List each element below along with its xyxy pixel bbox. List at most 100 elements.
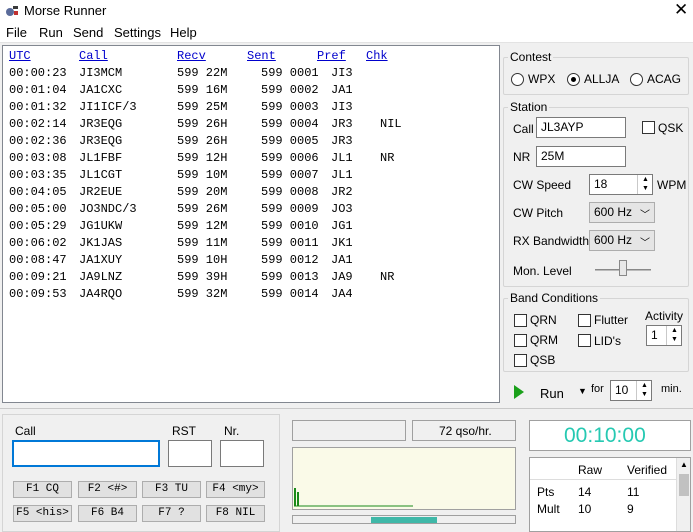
f5-his-call-button[interactable]: F5 <his> bbox=[13, 505, 72, 522]
f2-exchange-button[interactable]: F2 <#> bbox=[78, 481, 137, 498]
log-header-call[interactable]: Call bbox=[79, 49, 108, 63]
log-row[interactable]: 00:06:02 JK1JAS 599 11M 599 0011 JK1 bbox=[3, 236, 499, 253]
log-cell-call: JR3EQG bbox=[79, 117, 123, 131]
log-cell-sent: 599 0004 bbox=[261, 117, 319, 131]
acag-label[interactable]: ACAG bbox=[647, 72, 681, 86]
log-row[interactable]: 00:08:47 JA1XUY 599 10H 599 0012 JA1 bbox=[3, 253, 499, 270]
log-cell-call: JG1UKW bbox=[79, 219, 123, 233]
log-row[interactable]: 00:02:14 JR3EQG 599 26H 599 0004 JR3 NIL bbox=[3, 117, 499, 134]
entry-rst-field[interactable] bbox=[168, 440, 212, 467]
log-header-utc[interactable]: UTC bbox=[9, 49, 31, 63]
log-row[interactable]: 00:01:04 JA1CXC 599 16M 599 0002 JA1 bbox=[3, 83, 499, 100]
allja-label[interactable]: ALLJA bbox=[584, 72, 619, 86]
qsk-label[interactable]: QSK bbox=[658, 121, 683, 135]
f6-b4-button[interactable]: F6 B4 bbox=[78, 505, 137, 522]
log-cell-call: JI3MCM bbox=[79, 66, 123, 80]
acag-radio[interactable] bbox=[630, 73, 643, 86]
log-row[interactable]: 00:05:00 JO3NDC/3 599 26M 599 0009 JO3 bbox=[3, 202, 499, 219]
cw-speed-spinner[interactable]: ▲ ▼ bbox=[637, 175, 652, 194]
f7-query-button[interactable]: F7 ? bbox=[142, 505, 201, 522]
log-header-sent[interactable]: Sent bbox=[247, 49, 276, 63]
menu-help[interactable]: Help bbox=[170, 25, 197, 40]
spin-down-icon[interactable]: ▼ bbox=[668, 335, 681, 344]
run-dropdown-icon[interactable]: ▼ bbox=[578, 386, 587, 396]
entry-call-field[interactable] bbox=[12, 440, 160, 467]
f1-cq-button[interactable]: F1 CQ bbox=[13, 481, 72, 498]
contest-group-title: Contest bbox=[508, 50, 554, 64]
log-cell-recv: 599 22M bbox=[177, 66, 228, 80]
spin-down-icon[interactable]: ▼ bbox=[639, 184, 652, 193]
activity-field[interactable]: 1 ▲ ▼ bbox=[646, 325, 682, 346]
qrn-label[interactable]: QRN bbox=[530, 313, 557, 327]
entry-rst-label: RST bbox=[172, 424, 196, 438]
cw-speed-label: CW Speed bbox=[513, 178, 572, 192]
wpx-label[interactable]: WPX bbox=[528, 72, 555, 86]
run-button[interactable]: Run bbox=[540, 386, 564, 401]
log-row[interactable]: 00:05:29 JG1UKW 599 12M 599 0010 JG1 bbox=[3, 219, 499, 236]
lids-checkbox[interactable] bbox=[578, 334, 591, 347]
scroll-up-icon[interactable]: ▲ bbox=[680, 460, 688, 469]
log-cell-utc: 00:03:35 bbox=[9, 168, 67, 182]
flutter-checkbox[interactable] bbox=[578, 314, 591, 327]
mon-level-slider[interactable] bbox=[595, 260, 651, 276]
log-row[interactable]: 00:01:32 JI1ICF/3 599 25M 599 0003 JI3 bbox=[3, 100, 499, 117]
menu-settings[interactable]: Settings bbox=[114, 25, 161, 40]
scroll-thumb[interactable] bbox=[679, 474, 689, 496]
menu-bar: File Run Send Settings Help bbox=[0, 22, 693, 43]
rx-bandwidth-select[interactable]: 600 Hz ﹀ bbox=[589, 230, 655, 251]
log-row[interactable]: 00:02:36 JR3EQG 599 26H 599 0005 JR3 bbox=[3, 134, 499, 151]
allja-radio[interactable] bbox=[567, 73, 580, 86]
spin-up-icon[interactable]: ▲ bbox=[668, 326, 681, 335]
spin-down-icon[interactable]: ▼ bbox=[638, 390, 651, 399]
score-row-raw: 14 bbox=[578, 485, 592, 499]
qso-log[interactable]: UTC Call Recv Sent Pref Chk 00:00:23 JI3M… bbox=[2, 45, 500, 403]
qrm-checkbox[interactable] bbox=[514, 334, 527, 347]
run-minutes-spinner[interactable]: ▲ ▼ bbox=[636, 381, 651, 400]
contest-group: Contest WPX ALLJA ACAG bbox=[503, 50, 689, 95]
f3-tu-button[interactable]: F3 TU bbox=[142, 481, 201, 498]
play-icon[interactable] bbox=[513, 385, 525, 399]
rx-bandwidth-value: 600 Hz bbox=[594, 233, 633, 247]
cw-speed-field[interactable]: 18 ▲ ▼ bbox=[589, 174, 653, 195]
log-cell-utc: 00:00:23 bbox=[9, 66, 67, 80]
activity-spinner[interactable]: ▲ ▼ bbox=[666, 326, 681, 345]
qsk-checkbox[interactable] bbox=[642, 121, 655, 134]
log-row[interactable]: 00:03:08 JL1FBF 599 12H 599 0006 JL1 NR bbox=[3, 151, 499, 168]
run-minutes-field[interactable]: 10 ▲ ▼ bbox=[610, 380, 652, 401]
wpx-radio[interactable] bbox=[511, 73, 524, 86]
score-row-label: Mult bbox=[537, 502, 560, 516]
spin-up-icon[interactable]: ▲ bbox=[639, 175, 652, 184]
menu-send[interactable]: Send bbox=[73, 25, 103, 40]
slider-thumb[interactable] bbox=[619, 260, 627, 276]
log-row[interactable]: 00:09:21 JA9LNZ 599 39H 599 0013 JA9 NR bbox=[3, 270, 499, 287]
log-header-chk[interactable]: Chk bbox=[366, 49, 388, 63]
log-header-recv[interactable]: Recv bbox=[177, 49, 206, 63]
lids-label[interactable]: LID's bbox=[594, 334, 621, 348]
log-cell-pref: JR3 bbox=[331, 117, 353, 131]
flutter-label[interactable]: Flutter bbox=[594, 313, 628, 327]
qrm-label[interactable]: QRM bbox=[530, 333, 558, 347]
station-call-field[interactable]: JL3AYP bbox=[536, 117, 626, 138]
menu-file[interactable]: File bbox=[6, 25, 27, 40]
close-icon[interactable]: ✕ bbox=[674, 0, 688, 20]
cw-pitch-select[interactable]: 600 Hz ﹀ bbox=[589, 202, 655, 223]
spin-up-icon[interactable]: ▲ bbox=[638, 381, 651, 390]
f8-nil-button[interactable]: F8 NIL bbox=[206, 505, 265, 522]
qsb-checkbox[interactable] bbox=[514, 354, 527, 367]
log-row[interactable]: 00:03:35 JL1CGT 599 10M 599 0007 JL1 bbox=[3, 168, 499, 185]
log-row[interactable]: 00:09:53 JA4RQO 599 32M 599 0014 JA4 bbox=[3, 287, 499, 304]
signal-display bbox=[292, 447, 516, 510]
qsb-label[interactable]: QSB bbox=[530, 353, 555, 367]
log-cell-utc: 00:05:29 bbox=[9, 219, 67, 233]
score-scrollbar[interactable]: ▲ bbox=[676, 458, 690, 531]
log-row[interactable]: 00:00:23 JI3MCM 599 22M 599 0001 JI3 bbox=[3, 66, 499, 83]
log-row[interactable]: 00:04:05 JR2EUE 599 20M 599 0008 JR2 bbox=[3, 185, 499, 202]
menu-run[interactable]: Run bbox=[39, 25, 63, 40]
log-header-pref[interactable]: Pref bbox=[317, 49, 346, 63]
activity-value: 1 bbox=[651, 328, 658, 342]
station-nr-field[interactable]: 25M bbox=[536, 146, 626, 167]
qrn-checkbox[interactable] bbox=[514, 314, 527, 327]
log-cell-pref: JA9 bbox=[331, 270, 353, 284]
entry-nr-field[interactable] bbox=[220, 440, 264, 467]
f4-my-call-button[interactable]: F4 <my> bbox=[206, 481, 265, 498]
